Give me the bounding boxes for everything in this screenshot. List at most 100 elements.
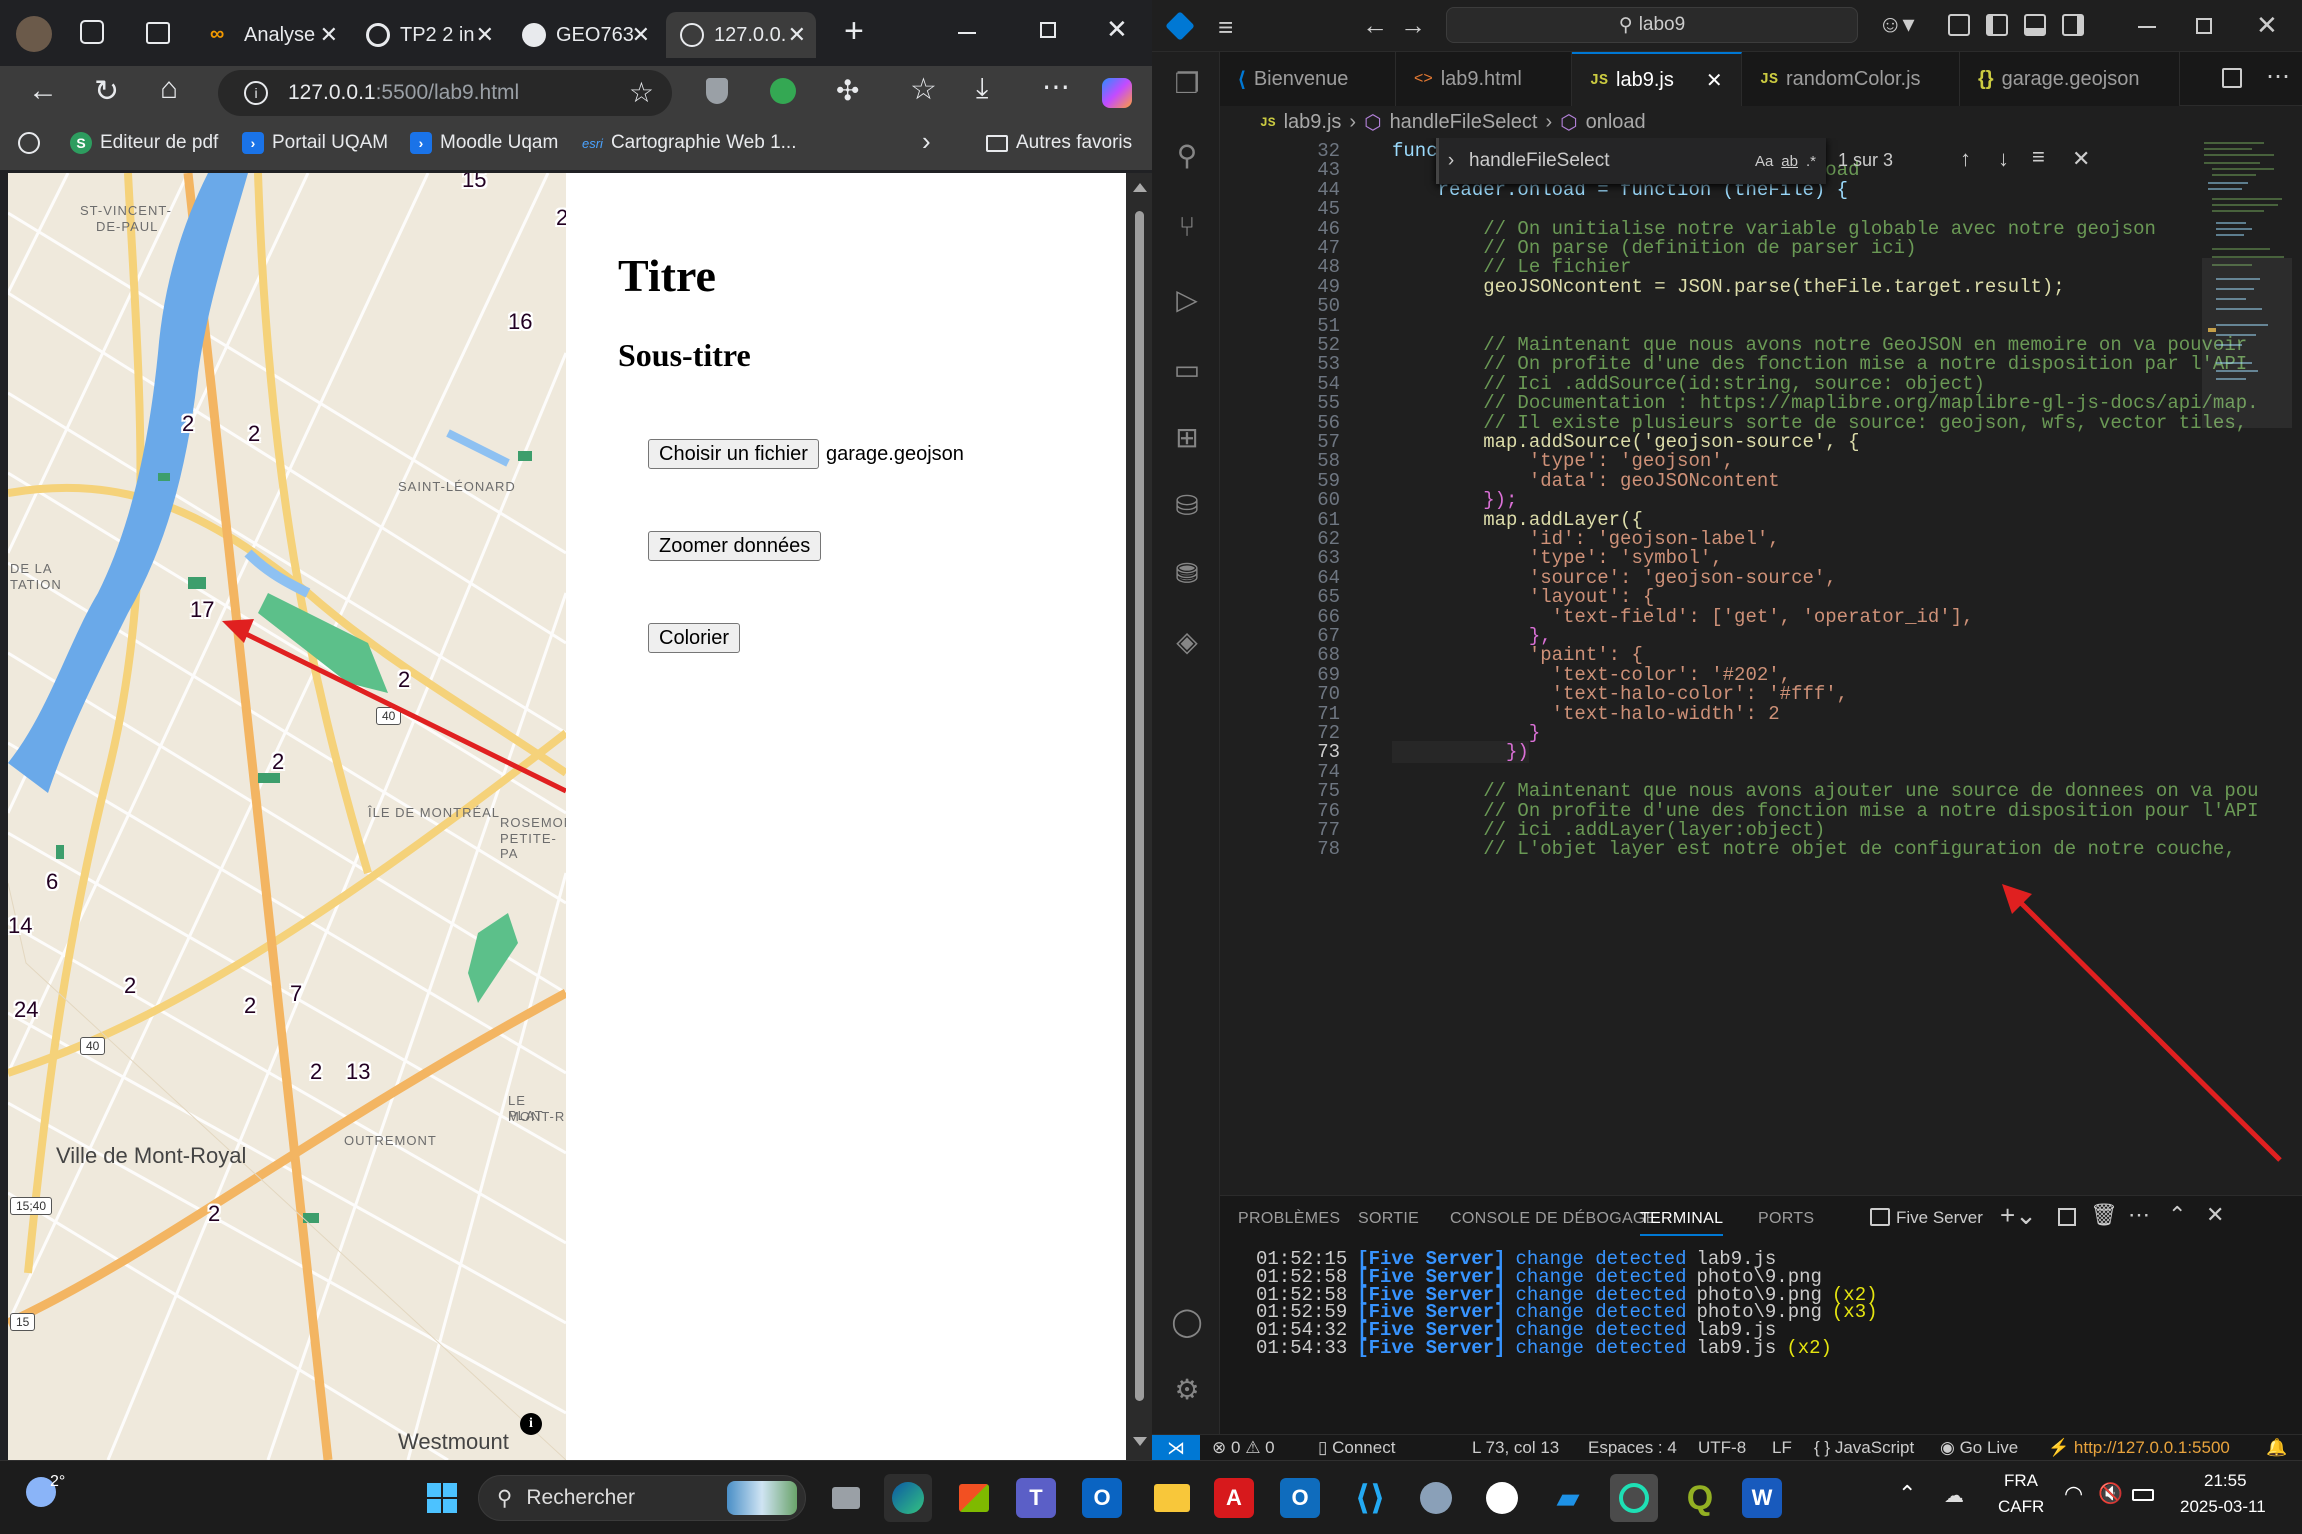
page-scrollbar[interactable]	[1126, 173, 1152, 1460]
terminal-name[interactable]: Five Server	[1896, 1208, 1983, 1228]
close-panel-icon[interactable]: ✕	[2206, 1202, 2224, 1228]
previous-match-icon[interactable]: ↑	[1960, 146, 1971, 172]
bookmarks-globe-icon[interactable]	[18, 132, 40, 154]
security-alert-icon[interactable]: ☁	[1944, 1483, 1964, 1508]
code-editor[interactable]: 32function handleFile43 // Debut de la f…	[1220, 138, 2302, 1195]
new-tab-button[interactable]: +	[844, 12, 864, 51]
downloads-icon[interactable]: ⤓	[976, 72, 988, 105]
copilot-menu-icon[interactable]: ☺▾	[1878, 10, 1915, 39]
close-tab-icon[interactable]: ✕	[788, 22, 806, 48]
accounts-icon[interactable]: ◯	[1170, 1304, 1204, 1338]
microsoft-store-icon[interactable]	[950, 1474, 998, 1522]
connect-item[interactable]: ▯ Connect	[1318, 1438, 1395, 1458]
qgis-ltr-icon[interactable]	[1610, 1474, 1658, 1522]
input-language[interactable]: FRA	[2004, 1471, 2038, 1491]
maximize-panel-icon[interactable]: ⌃	[2168, 1202, 2186, 1228]
layers-icon[interactable]: ◈	[1170, 624, 1204, 658]
database-icon[interactable]: ⛁	[1170, 488, 1204, 522]
wifi-icon[interactable]: ◠	[2064, 1481, 2083, 1507]
match-case-icon[interactable]: Aa	[1755, 153, 1773, 170]
regex-icon[interactable]: .*	[1806, 153, 1816, 170]
maximize-icon[interactable]	[1040, 22, 1056, 38]
site-info-icon[interactable]: i	[244, 81, 268, 105]
minimize-icon[interactable]	[958, 32, 976, 34]
other-bookmarks[interactable]: Autres favoris	[986, 132, 1132, 154]
browser-tab-localhost[interactable]: 127.0.0. ✕	[666, 12, 816, 58]
whole-word-icon[interactable]: ab	[1781, 153, 1798, 170]
scroll-down-icon[interactable]	[1133, 1437, 1147, 1446]
next-match-icon[interactable]: ↓	[1998, 146, 2009, 172]
scroll-up-icon[interactable]	[1133, 183, 1147, 192]
close-tab-icon[interactable]: ✕	[476, 22, 494, 48]
bookmark-portail-uqam[interactable]: › Portail UQAM	[242, 132, 388, 154]
five-server-url[interactable]: ⚡ http://127.0.0.1:5500	[2048, 1438, 2230, 1458]
breadcrumb-item[interactable]: onload	[1586, 111, 1646, 134]
colorize-button[interactable]: Colorier	[648, 623, 741, 653]
scroll-thumb[interactable]	[1135, 211, 1144, 1401]
taskbar-search[interactable]: ⚲ Rechercher	[478, 1475, 806, 1521]
teams-icon[interactable]: T	[1016, 1478, 1056, 1518]
close-tab-icon[interactable]: ✕	[1706, 68, 1723, 93]
tab-output[interactable]: SORTIE	[1358, 1210, 1419, 1228]
new-terminal-icon[interactable]: +⌄	[2000, 1200, 2037, 1231]
bookmark-editeur-pdf[interactable]: S Editeur de pdf	[70, 132, 218, 154]
remote-explorer-icon[interactable]: ▭	[1170, 352, 1204, 386]
home-icon[interactable]: ⌂	[160, 72, 178, 106]
tab-garage-geojson[interactable]: {} garage.geojson	[1960, 52, 2180, 106]
shield-extension-icon[interactable]	[706, 78, 728, 104]
clock-time[interactable]: 21:55	[2204, 1471, 2247, 1491]
chevron-right-icon[interactable]: ›	[922, 126, 931, 157]
search-icon[interactable]: ⚲	[1170, 138, 1204, 172]
minimize-icon[interactable]	[2138, 26, 2156, 28]
pgadmin-elephant-icon[interactable]	[1412, 1474, 1460, 1522]
close-window-icon[interactable]: ✕	[2256, 10, 2278, 41]
tab-actions-icon[interactable]	[146, 22, 170, 44]
favorite-star-icon[interactable]: ☆	[629, 76, 654, 109]
nav-back-icon[interactable]: ←	[1362, 10, 1388, 41]
clock-date[interactable]: 2025-03-11	[2180, 1497, 2266, 1517]
command-center-search[interactable]: ⚲ labo9	[1446, 7, 1858, 43]
remote-indicator-icon[interactable]: ⋊	[1152, 1435, 1200, 1461]
github-desktop-icon[interactable]	[1478, 1474, 1526, 1522]
minimap[interactable]	[2202, 138, 2292, 1195]
breadcrumb-item[interactable]: handleFileSelect	[1390, 111, 1538, 134]
layout-customize-icon[interactable]	[1948, 14, 1970, 36]
tab-randomcolor-js[interactable]: JS randomColor.js	[1742, 52, 1960, 106]
toggle-secondary-sidebar-icon[interactable]	[2062, 14, 2084, 36]
zoom-data-button[interactable]: Zoomer données	[648, 531, 822, 561]
close-find-icon[interactable]: ✕	[2072, 146, 2090, 172]
start-button[interactable]	[418, 1474, 466, 1522]
nav-forward-icon[interactable]: →	[1400, 10, 1426, 41]
docker-icon[interactable]: ▰	[1544, 1474, 1592, 1522]
split-editor-icon[interactable]	[2222, 68, 2242, 88]
run-debug-icon[interactable]: ▷	[1170, 282, 1204, 316]
cursor-position[interactable]: L 73, col 13	[1472, 1438, 1559, 1458]
end-of-line[interactable]: LF	[1772, 1438, 1792, 1458]
browser-tab-tp2[interactable]: TP2 2 in ✕	[352, 12, 504, 58]
source-control-icon[interactable]: ⑂	[1170, 210, 1204, 244]
restore-icon[interactable]	[2196, 18, 2212, 34]
browser-tab-analyse[interactable]: ∞ Analyse ✕	[196, 12, 348, 58]
tab-terminal[interactable]: TERMINAL	[1640, 1210, 1724, 1236]
word-icon[interactable]: W	[1742, 1478, 1782, 1518]
address-bar[interactable]: i 127.0.0.1:5500/lab9.html ☆	[218, 70, 672, 116]
go-live-button[interactable]: ◉ Go Live	[1940, 1438, 2018, 1458]
battery-icon[interactable]	[2132, 1489, 2154, 1501]
copilot-icon[interactable]	[1102, 78, 1132, 108]
tab-bienvenue[interactable]: ⟨ Bienvenue	[1220, 52, 1396, 106]
reload-icon[interactable]: ↻	[94, 74, 119, 109]
vscode-taskbar-icon[interactable]: ⟨⟩	[1346, 1474, 1394, 1522]
file-explorer-icon[interactable]	[1148, 1474, 1196, 1522]
toggle-replace-icon[interactable]: ›	[1439, 150, 1463, 172]
weather-temperature[interactable]: 2°	[50, 1473, 65, 1491]
favorites-icon[interactable]: ☆	[910, 72, 937, 107]
toggle-panel-icon[interactable]	[2024, 14, 2046, 36]
breadcrumb-item[interactable]: lab9.js	[1284, 111, 1342, 134]
toggle-sidebar-icon[interactable]	[1986, 14, 2008, 36]
acrobat-icon[interactable]: A	[1214, 1478, 1254, 1518]
tab-lab9-html[interactable]: <> lab9.html	[1396, 52, 1572, 106]
profile-avatar[interactable]	[16, 16, 52, 52]
find-input[interactable]: handleFileSelect	[1463, 150, 1755, 172]
manage-gear-icon[interactable]: ⚙	[1170, 1372, 1204, 1406]
more-options-icon[interactable]: ⋯	[1042, 70, 1070, 103]
